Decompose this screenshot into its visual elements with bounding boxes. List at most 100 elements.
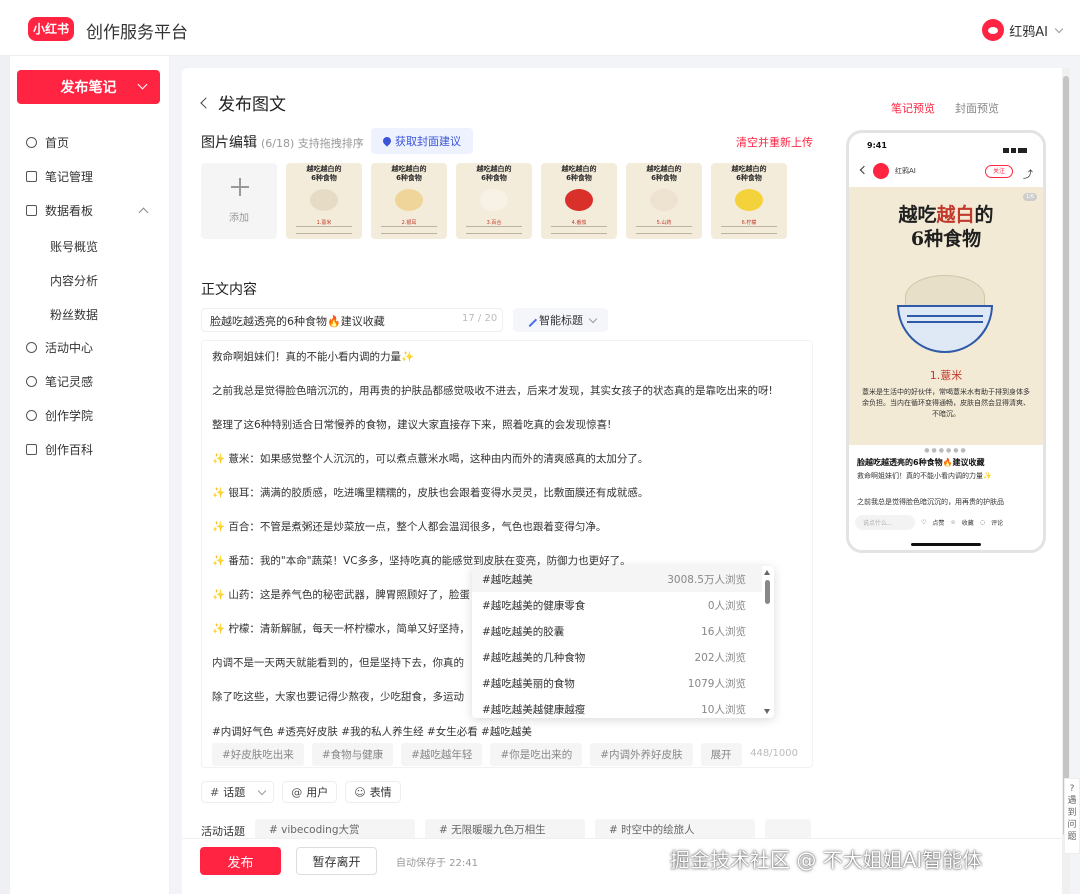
add-image-button[interactable]: 添加	[201, 163, 277, 239]
body-section-title: 正文内容	[201, 282, 257, 298]
cover-suggest-button[interactable]: 获取封面建议	[371, 128, 473, 154]
body-paragraph: 内调不是一天两天就能看到的，但是坚持下去，你真的	[212, 657, 464, 669]
image-count: (6/18) 支持拖拽排序	[261, 137, 364, 150]
emoji-button[interactable]: ☺ 表情	[345, 781, 401, 803]
tab-note-preview[interactable]: 笔记预览	[891, 100, 935, 116]
lightbulb-icon	[26, 375, 37, 387]
sidebar-item-wiki[interactable]: 创作百科	[26, 439, 93, 459]
suggestion-item[interactable]: #越吃越美越健康越瘦 10人浏览	[472, 696, 762, 718]
body-hashtags: #内调好气色 #透亮好皮肤 #我的私人养生经 #女生必看 #越吃越美	[212, 726, 532, 738]
star-icon: ☆	[950, 518, 956, 526]
thumbnail-caption: 2.银耳	[401, 220, 417, 226]
sidebar-item-label: 数据看板	[45, 203, 94, 218]
body-paragraph: ✨ 山药：这是养气色的秘密武器，脾胃照顾好了，脸蛋	[212, 589, 470, 601]
image-thumbnail[interactable]: 越吃越白的 6种食物 5.山药	[626, 163, 702, 239]
thumbnail-text-lines	[636, 226, 692, 234]
body-char-count: 448/1000	[750, 748, 798, 759]
tab-cover-preview[interactable]: 封面预览	[955, 100, 999, 116]
sidebar-item-home[interactable]: 首页	[26, 132, 69, 152]
scroll-down-icon[interactable]	[764, 709, 770, 714]
suggestion-tag: #越吃越美的健康零食	[482, 599, 586, 612]
carousel-dots: ●●●●●●	[924, 447, 968, 454]
author-avatar	[873, 163, 889, 179]
body-paragraph: ✨ 薏米：如果感觉整个人沉沉的，可以煮点薏米水喝，这种由内而外的清爽感真的太加分…	[212, 453, 649, 465]
top-bar: 小红书 创作服务平台 红鸦AI	[0, 0, 1080, 56]
plus-icon	[231, 178, 249, 196]
recommended-topic-chips: #好皮肤吃出来 #食物与健康 #越吃越年轻 #你是吃出来的 #内调外养好皮肤 展…	[212, 743, 742, 766]
autosave-status: 自动保存于 22:41	[396, 858, 478, 869]
suggestion-item[interactable]: #越吃越美的胶囊 16人浏览	[472, 618, 762, 644]
topic-chip[interactable]: #你是吃出来的	[490, 743, 583, 766]
suggestion-tag: #越吃越美越健康越瘦	[482, 703, 586, 716]
cover-item-description: 薏米是生活中的好伙伴，常喝薏米水有助于排到身体多余负担。当内在循环变得通畅，皮肤…	[862, 388, 1030, 418]
thumbnail-title: 越吃越白的 6种食物	[561, 165, 597, 182]
body-paragraph: ✨ 银耳：满满的胶质感，吃进嘴里糯糯的，皮肤也会跟着变得水灵灵，比敷面膜还有成就…	[212, 487, 649, 499]
follow-button: 关注	[985, 165, 1013, 178]
suggestion-item[interactable]: #越吃越美的几种食物 202人浏览	[472, 644, 762, 670]
body-paragraph: ✨ 柠檬：清新解腻，每天一杯柠檬水，简单又好坚持，	[212, 623, 470, 635]
thumbnail-title: 越吃越白的 6种食物	[306, 165, 342, 182]
scrollbar-thumb[interactable]	[765, 580, 770, 604]
xiaohongshu-logo[interactable]: 小红书	[28, 17, 74, 41]
save-draft-button[interactable]: 暂存离开	[296, 847, 377, 875]
page-scrollbar-thumb[interactable]	[1063, 76, 1069, 836]
suggestion-item[interactable]: #越吃越美丽的食物 1079人浏览	[472, 670, 762, 696]
scroll-up-icon[interactable]	[764, 570, 770, 575]
sidebar-item-label: 创作百科	[45, 442, 94, 457]
topic-chip[interactable]: #内调外养好皮肤	[590, 743, 693, 766]
smart-title-button[interactable]: 智能标题	[513, 308, 608, 332]
image-thumbnail[interactable]: 越吃越白的 6种食物 2.银耳	[371, 163, 447, 239]
cover-item-number: 1.薏米	[929, 369, 963, 382]
clear-reupload-link[interactable]: 清空并重新上传	[736, 134, 813, 150]
user-menu[interactable]: 红鸦AI	[982, 18, 1064, 42]
topic-button[interactable]: # 话题	[201, 781, 275, 803]
thumbnail-text-lines	[721, 226, 777, 234]
suggestion-item[interactable]: #越吃越美的健康零食 0人浏览	[472, 592, 762, 618]
sidebar-item-notes[interactable]: 笔记管理	[26, 166, 93, 186]
image-thumbnail[interactable]: 越吃越白的 6种食物 4.番茄	[541, 163, 617, 239]
sidebar-item-academy[interactable]: 创作学院	[26, 405, 93, 425]
expand-chips-button[interactable]: 展开	[700, 743, 742, 766]
back-to-publish[interactable]: 发布图文	[200, 90, 286, 115]
headline-line-two: 6种食物	[910, 228, 982, 250]
help-feedback-tab[interactable]: ? 遇到问题	[1064, 778, 1080, 854]
image-edit-title: 图片编辑	[201, 135, 257, 151]
sidebar-item-label: 笔记灵感	[45, 374, 94, 389]
sidebar-item-content-analysis[interactable]: 内容分析	[50, 272, 98, 289]
user-name: 红鸦AI	[1009, 24, 1048, 40]
food-illustration	[565, 189, 593, 211]
topic-chip[interactable]: #食物与健康	[311, 743, 394, 766]
like-label: 点赞	[932, 519, 945, 527]
sidebar-item-fans[interactable]: 粉丝数据	[50, 306, 98, 323]
image-thumbnail[interactable]: 越吃越白的 6种食物 1.薏米	[286, 163, 362, 239]
mention-user-button[interactable]: @ 用户	[282, 781, 338, 803]
body-paragraph: 除了吃这些，大家也要记得少熬夜，少吃甜食，多运动	[212, 691, 464, 703]
publish-button[interactable]: 发布	[200, 847, 281, 875]
chevron-up-icon[interactable]	[138, 207, 149, 218]
sidebar-item-inspiration[interactable]: 笔记灵感	[26, 371, 93, 391]
sidebar-item-label: 首页	[45, 135, 70, 150]
home-icon	[26, 136, 37, 148]
image-thumbnail[interactable]: 越吃越白的 6种食物 6.柠檬	[711, 163, 787, 239]
topic-chip[interactable]: #越吃越年轻	[401, 743, 483, 766]
chevron-down-icon	[137, 79, 148, 90]
chevron-down-icon	[257, 786, 267, 795]
editor-toolbar: # 话题 @ 用户 ☺ 表情	[201, 781, 401, 803]
sidebar-item-activity[interactable]: 活动中心	[26, 337, 93, 357]
phone-time: 9:41	[867, 141, 887, 150]
sidebar-item-dashboard[interactable]: 数据看板	[26, 200, 93, 220]
dropdown-scrollbar[interactable]	[764, 570, 771, 714]
topic-chip[interactable]: #好皮肤吃出来	[212, 743, 304, 766]
sidebar-item-account-overview[interactable]: 账号概览	[50, 238, 98, 255]
title-input[interactable]: 脸越吃越透亮的6种食物🔥建议收藏	[201, 308, 503, 332]
image-thumbnail[interactable]: 越吃越白的 6种食物 3.百合	[456, 163, 532, 239]
body-paragraph: 之前我总是觉得脸色暗沉沉的，用再贵的护肤品都感觉吸收不进去，后来才发现，其实女孩…	[212, 385, 773, 397]
help-label: 遇到问题	[1067, 796, 1077, 842]
suggestion-item[interactable]: #越吃越美 3008.5万人浏览	[472, 566, 762, 592]
thumbnail-caption: 6.柠檬	[741, 220, 757, 226]
comment-icon: ◌	[979, 518, 986, 526]
publish-note-button[interactable]: 发布笔记	[17, 70, 160, 104]
magic-wand-icon	[522, 312, 538, 328]
at-icon: @	[291, 785, 303, 799]
suggestion-views: 1079人浏览	[687, 677, 746, 690]
